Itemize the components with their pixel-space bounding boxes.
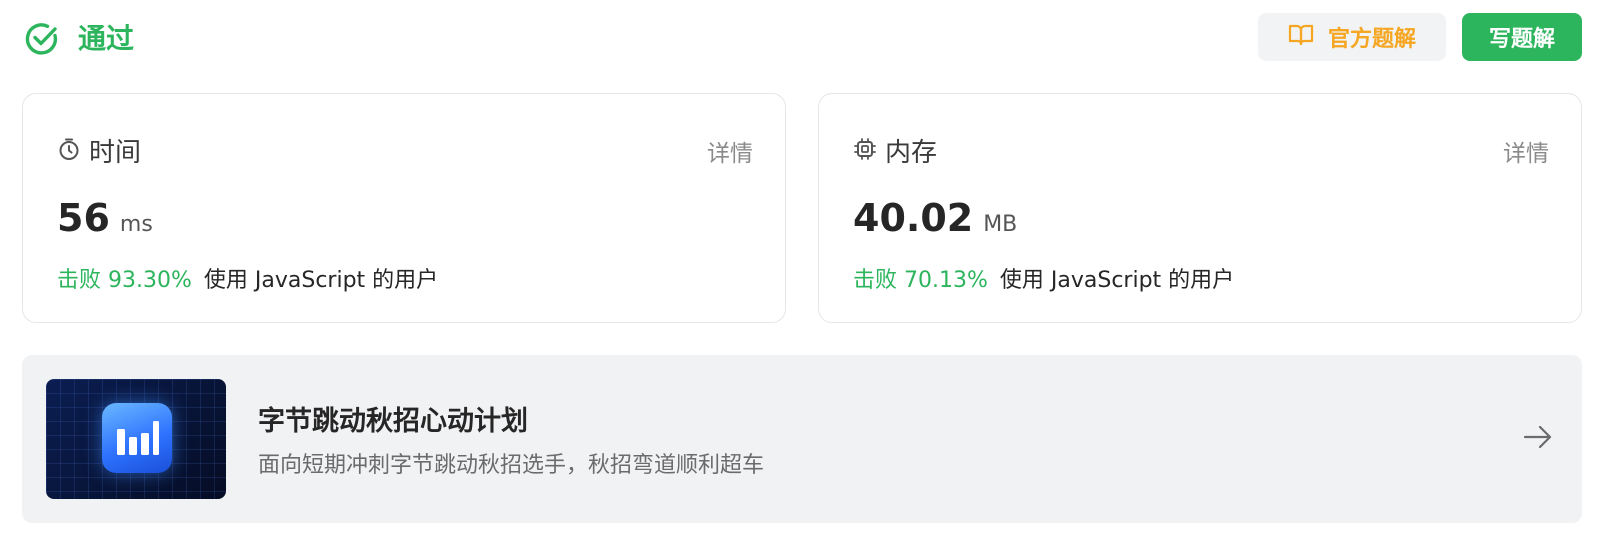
memory-beat-desc: 使用 JavaScript 的用户 [999,268,1235,293]
memory-value: 40.02 [853,196,974,240]
write-solution-button[interactable]: 写题解 [1462,13,1582,61]
runtime-beat-percent: 击败 93.30% [57,268,192,293]
promo-title: 字节跳动秋招心动计划 [258,406,528,437]
memory-unit: MB [983,212,1018,237]
memory-title: 内存 [853,132,937,169]
check-circle-icon [24,21,60,57]
official-solution-button[interactable]: 官方题解 [1258,13,1446,61]
arrow-right-icon[interactable] [1522,421,1554,453]
memory-detail-link[interactable]: 详情 [1503,134,1549,168]
runtime-value-row: 56 ms [57,196,153,240]
chip-icon [853,137,877,165]
runtime-beat-desc: 使用 JavaScript 的用户 [203,268,439,293]
promo-thumbnail [46,379,226,499]
result-header: 通过 [24,18,134,60]
write-solution-label: 写题解 [1488,27,1555,52]
runtime-value: 56 [57,196,110,240]
memory-title-text: 内存 [885,138,938,168]
runtime-detail-link[interactable]: 详情 [707,134,753,168]
bytedance-logo-icon [102,403,172,473]
official-solution-label: 官方题解 [1327,27,1416,52]
runtime-card: 时间 详情 56 ms 击败 93.30% 使用 JavaScript 的用户 [22,93,786,323]
stopwatch-icon [57,137,81,165]
book-icon [1288,23,1314,51]
memory-beat-row: 击败 70.13% 使用 JavaScript 的用户 [853,262,1234,294]
memory-card: 内存 详情 40.02 MB 击败 70.13% 使用 JavaScript 的… [818,93,1582,323]
runtime-beat-row: 击败 93.30% 使用 JavaScript 的用户 [57,262,438,294]
runtime-title-text: 时间 [89,138,142,168]
promo-subtitle: 面向短期冲刺字节跳动秋招选手，秋招弯道顺利超车 [258,453,765,478]
status-text: 通过 [78,22,135,55]
runtime-unit: ms [119,212,153,237]
promo-banner[interactable]: 字节跳动秋招心动计划 面向短期冲刺字节跳动秋招选手，秋招弯道顺利超车 [22,355,1582,523]
memory-value-row: 40.02 MB [853,196,1017,240]
memory-beat-percent: 击败 70.13% [853,268,988,293]
runtime-title: 时间 [57,132,141,169]
